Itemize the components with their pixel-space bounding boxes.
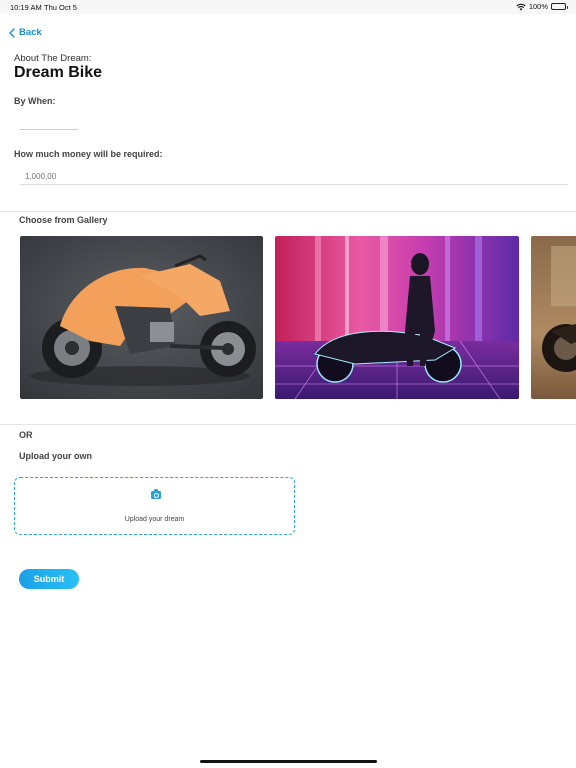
divider [0,424,576,425]
about-label: About The Dream: [14,53,92,64]
wifi-icon [516,3,526,10]
camera-icon [151,489,161,499]
money-label: How much money will be required: [14,149,163,159]
by-when-label: By When: [14,96,56,106]
status-bar: 10:19 AM Thu Oct 5 100% [0,0,576,14]
vintage-motorcycle-image [531,236,576,399]
orange-motorcycle-image [20,236,263,399]
chevron-left-icon [9,27,15,38]
gallery-item-vintage-bike[interactable] [531,236,576,399]
home-indicator [200,760,377,763]
status-date: Thu Oct 5 [44,3,77,12]
back-button[interactable]: Back [9,27,42,38]
gallery-item-orange-bike[interactable] [20,236,263,399]
or-label: OR [19,430,33,440]
status-time: 10:19 AM [10,3,42,12]
back-label: Back [19,27,42,38]
divider [0,211,576,212]
upload-dropzone[interactable]: Upload your dream [14,477,295,535]
status-right: 100% [516,2,568,11]
battery-icon [551,3,568,10]
neon-motorcycle-image [275,236,519,399]
gallery [20,236,576,400]
submit-button[interactable]: Submit [19,569,79,589]
gallery-item-neon-bike[interactable] [275,236,519,399]
battery-percent: 100% [528,2,548,11]
upload-text: Upload your dream [124,516,185,523]
page-title: Dream Bike [14,64,103,81]
money-input[interactable] [20,168,568,185]
upload-label: Upload your own [19,451,92,461]
by-when-date-field[interactable] [20,114,78,130]
gallery-label: Choose from Gallery [19,215,108,225]
